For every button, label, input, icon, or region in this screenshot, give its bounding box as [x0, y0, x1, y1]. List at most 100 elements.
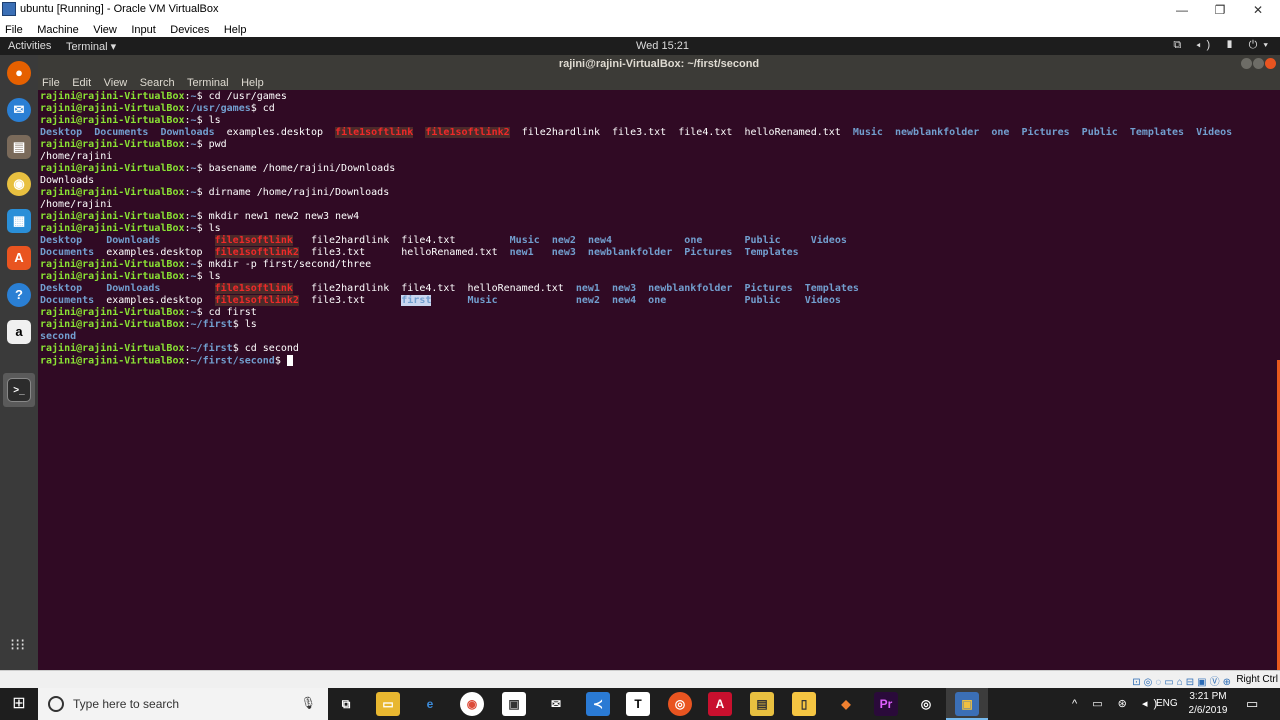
terminal-line: second: [40, 331, 1232, 343]
minimize-button[interactable]: —: [1162, 0, 1202, 20]
terminal-text: $ cd second: [232, 343, 299, 354]
terminal-text: Documents: [94, 127, 149, 138]
menu-view[interactable]: View: [88, 22, 122, 36]
software-center-icon[interactable]: A: [7, 246, 31, 270]
notes-icon[interactable]: ▯: [792, 692, 816, 716]
menu-help[interactable]: Help: [219, 22, 252, 36]
thunderbird-icon[interactable]: ✉: [7, 98, 31, 122]
terminal-menu-help[interactable]: Help: [237, 74, 268, 89]
show-applications-icon[interactable]: ⁝⁝⁝: [10, 637, 28, 655]
terminal-text: Templates: [744, 247, 799, 258]
taskbar-active-virtualbox[interactable]: ▣: [946, 688, 988, 720]
obs-icon[interactable]: ◎: [914, 692, 938, 716]
files-icon[interactable]: ▤: [7, 135, 31, 159]
help-icon[interactable]: ?: [7, 283, 31, 307]
vbox-device-icons[interactable]: ⊡◎◌▭⌂⊟▣Ⓥ⊕: [1132, 673, 1234, 688]
terminal-menu-edit[interactable]: Edit: [68, 74, 95, 89]
menu-devices[interactable]: Devices: [165, 22, 214, 36]
terminal-app-menu[interactable]: Terminal ▾: [66, 40, 116, 53]
terminal-text: examples.desktop: [214, 127, 336, 138]
menu-file[interactable]: File: [0, 22, 28, 36]
terminal-text: file1softlink: [214, 283, 293, 294]
terminal-output[interactable]: rajini@rajini-VirtualBox:~$ cd /usr/game…: [38, 90, 1280, 670]
terminal-close-button[interactable]: [1265, 58, 1276, 69]
notifications-icon[interactable]: ▭: [1246, 696, 1258, 712]
terminal-text: rajini@rajini-VirtualBox: [40, 187, 185, 198]
menu-input[interactable]: Input: [126, 22, 160, 36]
menu-machine[interactable]: Machine: [32, 22, 84, 36]
typora-icon[interactable]: T: [626, 692, 650, 716]
terminal-text: rajini@rajini-VirtualBox: [40, 307, 185, 318]
chrome-icon[interactable]: ◉: [460, 692, 484, 716]
terminal-menu-terminal[interactable]: Terminal: [183, 74, 233, 89]
microphone-icon[interactable]: 🎙: [301, 696, 316, 710]
winrar-icon[interactable]: ▤: [750, 692, 774, 716]
terminal-cursor: [286, 355, 293, 366]
language-indicator[interactable]: ENG: [1156, 698, 1178, 709]
ubuntu-icon[interactable]: ◎: [668, 692, 692, 716]
terminal-text: first: [401, 295, 432, 306]
terminal-menu-view[interactable]: View: [100, 74, 132, 89]
terminal-text: $ ls: [196, 115, 221, 126]
terminal-text: Downloads: [106, 235, 161, 246]
activities-button[interactable]: Activities: [8, 40, 51, 52]
taskbar-search-box[interactable]: Type here to search 🎙: [38, 688, 328, 720]
amazon-icon[interactable]: a: [7, 320, 31, 344]
terminal-text: $ basename /home/rajini/Downloads: [196, 163, 396, 174]
file-explorer-icon[interactable]: ▭: [376, 692, 400, 716]
terminal-text: file3.txt helloRenamed.txt: [298, 247, 510, 258]
terminal-text: ~/first/second: [190, 355, 275, 367]
taskbar-tray-icons[interactable]: ^ ▭ ⊛ ◂): [1072, 697, 1163, 710]
windows-start-icon[interactable]: ⊞: [0, 688, 38, 720]
system-tray[interactable]: ⧉ ◂) ▮ ⏻▾: [1173, 39, 1274, 52]
store-icon[interactable]: ▣: [502, 692, 526, 716]
terminal-text: Music: [509, 235, 540, 246]
terminal-text: Music: [852, 127, 883, 138]
acrobat-icon[interactable]: A: [708, 692, 732, 716]
writer-icon[interactable]: ▦: [7, 209, 31, 233]
vscode-icon[interactable]: ≺: [586, 692, 610, 716]
terminal-icon[interactable]: >_: [7, 378, 31, 402]
terminal-maximize-button[interactable]: [1253, 58, 1264, 69]
terminal-minimize-button[interactable]: [1241, 58, 1252, 69]
terminal-text: /usr/games: [190, 103, 251, 114]
firefox-icon[interactable]: ●: [7, 61, 31, 85]
terminal-text: $ mkdir new1 new2 new3 new4: [196, 211, 360, 222]
virtualbox-taskbar-icon[interactable]: ▣: [955, 692, 979, 716]
close-button[interactable]: ✕: [1238, 0, 1278, 20]
terminal-menu-search[interactable]: Search: [136, 74, 179, 89]
clock[interactable]: Wed 15:21: [636, 40, 689, 52]
virtualbox-icon: [2, 2, 16, 16]
terminal-title-bar: rajini@rajini-VirtualBox: ~/first/second: [38, 55, 1280, 73]
mail-icon[interactable]: ✉: [544, 692, 568, 716]
terminal-line: /home/rajini: [40, 151, 1232, 163]
edge-icon[interactable]: e: [418, 692, 442, 716]
maximize-button[interactable]: ❐: [1200, 0, 1240, 20]
gnome-top-bar: Activities Terminal ▾ Wed 15:21 ⧉ ◂) ▮ ⏻…: [0, 37, 1280, 55]
terminal-text: $ cd first: [196, 307, 257, 318]
rhythmbox-icon[interactable]: ◉: [7, 172, 31, 196]
task-view-icon[interactable]: ⧉: [334, 692, 358, 716]
terminal-line: Desktop Documents Downloads examples.des…: [40, 127, 1232, 139]
terminal-text: newblankfolder: [895, 127, 980, 138]
premiere-icon[interactable]: Pr: [874, 692, 898, 716]
app-icon[interactable]: ◆: [834, 692, 858, 716]
terminal-text: ~/first: [190, 319, 233, 330]
terminal-text: $ cd: [250, 103, 275, 114]
terminal-text: rajini@rajini-VirtualBox: [40, 223, 185, 234]
terminal-text: Videos: [810, 235, 847, 246]
terminal-text: $ ls: [196, 223, 221, 234]
terminal-text: new3: [612, 283, 637, 294]
taskbar-clock[interactable]: 3:21 PM 2/6/2019: [1186, 690, 1230, 718]
vbox-menu-bar: File Machine View Input Devices Help: [0, 20, 1280, 37]
terminal-menu-file[interactable]: File: [38, 74, 64, 89]
host-key-label: Right Ctrl: [1236, 674, 1278, 685]
